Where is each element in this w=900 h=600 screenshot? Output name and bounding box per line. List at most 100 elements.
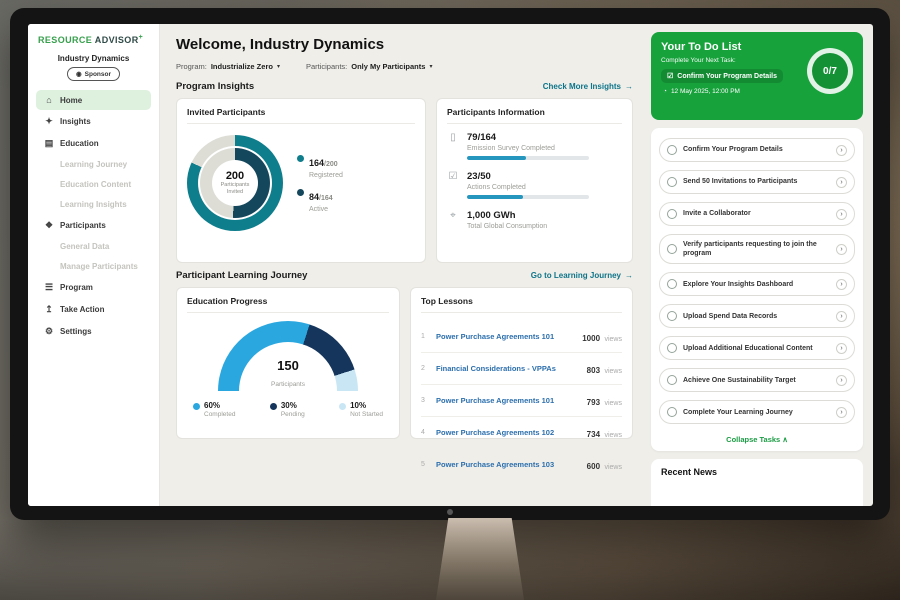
lesson-link[interactable]: Power Purchase Agreements 101 (436, 332, 576, 341)
sidebar-item-label: Education Content (60, 180, 131, 189)
todo-progress-ring: 0/7 (807, 48, 853, 94)
sidebar-item[interactable]: ▤ Education (36, 133, 151, 154)
todo-task[interactable]: Explore Your Insights Dashboard › (659, 272, 855, 296)
filter-dropdown[interactable]: Participants: Only My Participants ▾ (306, 62, 432, 71)
task-checkbox[interactable] (667, 177, 677, 187)
legend-percent: 60% (204, 401, 235, 410)
todo-task[interactable]: Upload Spend Data Records › (659, 304, 855, 328)
logo-advisor: ADVISOR (95, 35, 139, 45)
chevron-down-icon: ▾ (277, 63, 280, 70)
next-task-label: Confirm Your Program Details (677, 73, 777, 80)
sidebar-item[interactable]: ⌂ Home (36, 90, 151, 110)
chevron-right-icon[interactable]: › (836, 177, 847, 188)
sponsor-badge[interactable]: ◉ Sponsor (67, 67, 120, 81)
check-more-insights-link[interactable]: Check More Insights → (543, 82, 633, 91)
legend-label: Registered (309, 172, 343, 179)
todo-task[interactable]: Send 50 Invitations to Participants › (659, 170, 855, 194)
sidebar-item[interactable]: ❖ Participants (36, 215, 151, 236)
filter-value: Industrialize Zero (211, 62, 273, 71)
lessons-list: 1 Power Purchase Agreements 101 1000 vie… (421, 321, 622, 480)
sidebar-item[interactable]: Education Content (36, 175, 151, 194)
todo-task[interactable]: Achieve One Sustainability Target › (659, 368, 855, 392)
invited-participants-card: Invited Participants 200 Participants In… (176, 98, 426, 263)
todo-progress-value: 0/7 (823, 66, 837, 77)
chevron-right-icon[interactable]: › (836, 145, 847, 156)
legend-value: 164 (309, 158, 324, 168)
todo-tasks-list: Confirm Your Program Details › Send 50 I… (659, 138, 855, 424)
lesson-link[interactable]: Financial Considerations - VPPAs (436, 364, 581, 373)
sidebar-item-label: Home (60, 96, 82, 105)
arrow-right-icon: → (625, 82, 633, 91)
todo-task[interactable]: Complete Your Learning Journey › (659, 400, 855, 424)
gauge-legend: 60% Completed 30% Pending (187, 401, 389, 418)
sidebar-item-label: Manage Participants (60, 262, 138, 271)
filter-dropdown[interactable]: Program: Industrialize Zero ▾ (176, 62, 280, 71)
progress-bar-fill (467, 156, 526, 160)
progress-bar (467, 195, 589, 199)
org-name: Industry Dynamics (36, 54, 151, 63)
todo-task[interactable]: Verify participants requesting to join t… (659, 234, 855, 264)
legend-label: Active (309, 206, 333, 213)
task-checkbox[interactable] (667, 145, 677, 155)
stat-value: 79/164 (467, 132, 589, 143)
legend-label: Not Started (350, 411, 383, 418)
chevron-right-icon[interactable]: › (836, 209, 847, 220)
home-icon: ⌂ (44, 95, 54, 105)
task-checkbox[interactable] (667, 375, 677, 385)
chevron-right-icon[interactable]: › (836, 244, 847, 255)
resource-advisor-logo: RESOURCE ADVISOR+ (36, 34, 151, 45)
sidebar-item[interactable]: Learning Insights (36, 195, 151, 214)
card-title: Invited Participants (187, 107, 415, 124)
todo-task[interactable]: Upload Additional Educational Content › (659, 336, 855, 360)
chevron-right-icon[interactable]: › (836, 311, 847, 322)
task-label: Complete Your Learning Journey (683, 408, 830, 417)
chevron-right-icon[interactable]: › (836, 407, 847, 418)
logo-plus: + (139, 34, 144, 41)
lesson-link[interactable]: Power Purchase Agreements 102 (436, 428, 581, 437)
lesson-row: 5 Power Purchase Agreements 103 600 view… (421, 449, 622, 480)
card-title: Top Lessons (421, 296, 622, 313)
progress-bar-fill (467, 195, 523, 199)
task-checkbox[interactable] (667, 279, 677, 289)
education-gauge-chart: 150 Participants (218, 321, 358, 391)
legend-dot (297, 189, 304, 196)
gauge-center-value: 150 (218, 358, 358, 373)
sidebar-item[interactable]: Manage Participants (36, 257, 151, 276)
chevron-right-icon[interactable]: › (836, 375, 847, 386)
sidebar-item[interactable]: ☰ Program (36, 277, 151, 298)
sidebar-item[interactable]: General Data (36, 237, 151, 256)
task-checkbox[interactable] (667, 311, 677, 321)
task-checkbox[interactable] (667, 407, 677, 417)
link-label: Check More Insights (543, 82, 621, 91)
lesson-link[interactable]: Power Purchase Agreements 103 (436, 460, 581, 469)
lesson-link[interactable]: Power Purchase Agreements 101 (436, 396, 581, 405)
task-checkbox[interactable] (667, 209, 677, 219)
logo-resource: RESOURCE (38, 35, 92, 45)
todo-task[interactable]: Invite a Collaborator › (659, 202, 855, 226)
go-to-learning-journey-link[interactable]: Go to Learning Journey → (531, 271, 633, 280)
legend-percent: 10% (350, 401, 383, 410)
lesson-views-count: 734 (587, 430, 600, 439)
sidebar-item[interactable]: Learning Journey (36, 155, 151, 174)
chevron-right-icon[interactable]: › (836, 279, 847, 290)
sidebar-item[interactable]: ✦ Insights (36, 111, 151, 132)
next-task[interactable]: ☑ Confirm Your Program Details (661, 69, 783, 83)
lesson-row: 2 Financial Considerations - VPPAs 803 v… (421, 353, 622, 385)
task-checkbox[interactable] (667, 343, 677, 353)
filter-value: Only My Participants (351, 62, 425, 71)
link-label: Go to Learning Journey (531, 271, 621, 280)
legend-item: 84/164 Active (297, 187, 343, 213)
todo-task[interactable]: Confirm Your Program Details › (659, 138, 855, 162)
sidebar-item[interactable]: ↥ Take Action (36, 299, 151, 320)
card-title: Education Progress (187, 296, 389, 313)
task-label: Send 50 Invitations to Participants (683, 177, 830, 186)
gauge-legend-item: 60% Completed (193, 401, 235, 418)
sidebar-item-label: Program (60, 283, 93, 292)
lesson-row: 1 Power Purchase Agreements 101 1000 vie… (421, 321, 622, 353)
collapse-tasks-link[interactable]: Collapse Tasks ∧ (659, 432, 855, 446)
chevron-right-icon[interactable]: › (836, 343, 847, 354)
sidebar-nav: ⌂ Home ✦ Insights ▤ Education (36, 90, 151, 342)
legend-dot (339, 403, 346, 410)
task-checkbox[interactable] (667, 244, 677, 254)
sidebar-item[interactable]: ⚙ Settings (36, 321, 151, 342)
